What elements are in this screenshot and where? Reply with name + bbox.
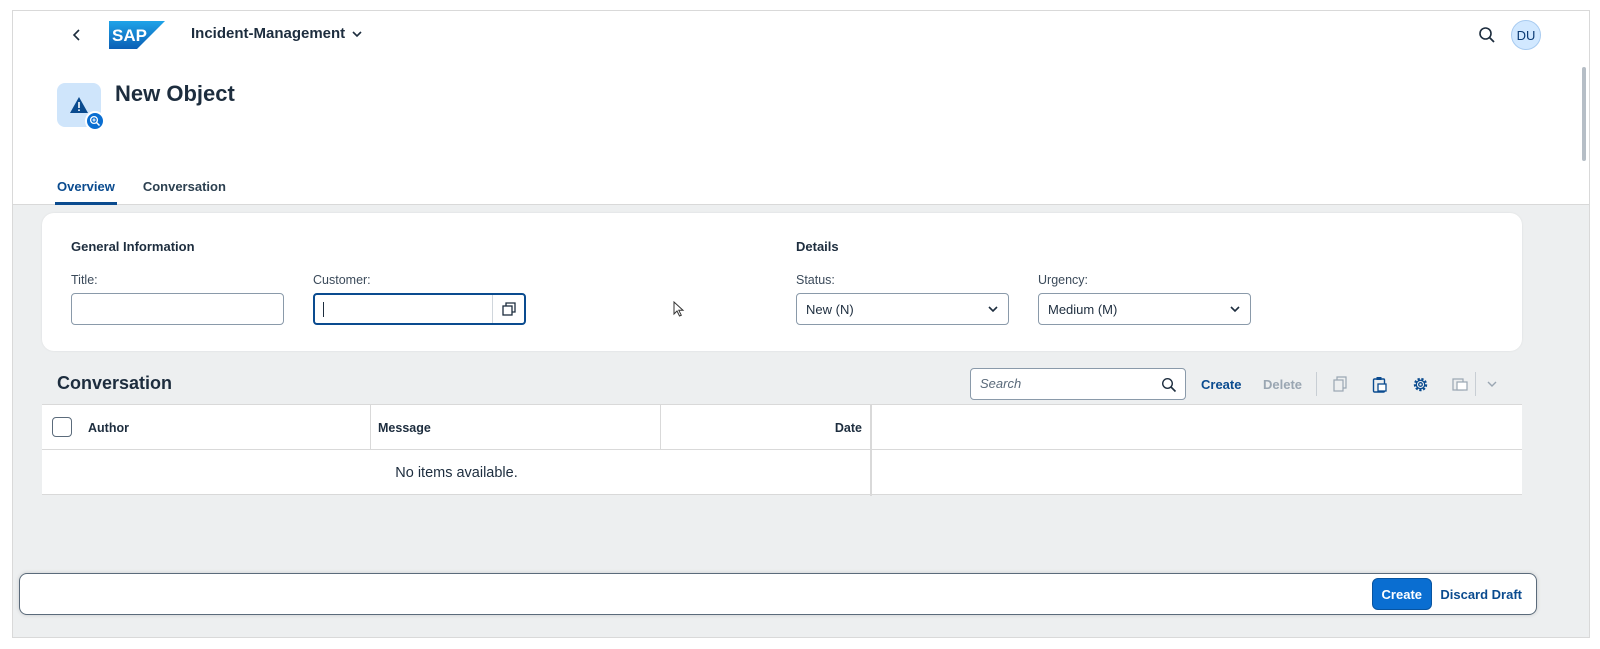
column-date[interactable]: Date	[661, 405, 862, 450]
status-value: New (N)	[806, 302, 854, 317]
no-items-text: No items available.	[395, 464, 518, 481]
search-input[interactable]	[980, 376, 1150, 391]
urgency-select[interactable]: Medium (M)	[1038, 293, 1251, 325]
copy-button[interactable]	[1331, 375, 1349, 393]
create-row-button[interactable]: Create	[1201, 377, 1241, 392]
title-label: Title:	[71, 273, 98, 287]
settings-icon	[1413, 377, 1427, 391]
details-title: Details	[796, 239, 839, 254]
column-separator	[370, 405, 371, 450]
select-all-checkbox[interactable]	[52, 417, 72, 437]
object-header: New Object Overview Conversation	[13, 59, 1589, 205]
toolbar-separator	[1316, 372, 1317, 396]
search-icon[interactable]	[1161, 377, 1177, 393]
value-help-button[interactable]	[492, 295, 524, 323]
chevron-down-icon	[1487, 381, 1497, 387]
delete-row-button[interactable]: Delete	[1263, 377, 1302, 392]
chevron-down-icon	[352, 30, 362, 37]
status-label: Status:	[796, 273, 835, 287]
conversation-table: Author Message Date No items available.	[42, 404, 1522, 496]
column-message[interactable]: Message	[378, 405, 431, 450]
shell-bar: SAP Incident-Management DU	[13, 11, 1589, 59]
object-icon	[57, 83, 105, 131]
chevron-down-icon	[988, 306, 998, 313]
warning-icon	[70, 97, 88, 113]
scrollbar-thumb[interactable]	[1582, 67, 1586, 161]
search-icon[interactable]	[1477, 25, 1497, 45]
tab-overview[interactable]: Overview	[55, 175, 117, 205]
paste-icon	[1372, 376, 1387, 393]
discard-draft-button[interactable]: Discard Draft	[1440, 578, 1522, 610]
tab-bar: Overview Conversation	[55, 175, 226, 205]
conversation-title: Conversation	[57, 373, 173, 393]
create-button[interactable]: Create	[1371, 578, 1432, 610]
avatar[interactable]: DU	[1511, 20, 1541, 50]
form-card: General Information Details Title: Custo…	[42, 213, 1522, 351]
app-window: SAP Incident-Management DU New Object Ov…	[12, 10, 1590, 638]
tab-conversation[interactable]: Conversation	[143, 175, 226, 205]
export-icon	[1452, 378, 1468, 391]
title-field[interactable]	[71, 293, 284, 325]
vertical-scrollbar[interactable]	[1581, 67, 1587, 627]
status-select[interactable]: New (N)	[796, 293, 1009, 325]
urgency-label: Urgency:	[1038, 273, 1089, 287]
settings-button[interactable]	[1411, 375, 1429, 393]
text-caret	[323, 302, 324, 317]
urgency-value: Medium (M)	[1048, 302, 1118, 317]
table-column-end	[870, 405, 872, 496]
paste-button[interactable]	[1371, 375, 1389, 393]
export-menu-button[interactable]	[1483, 375, 1501, 393]
copy-icon	[1333, 376, 1347, 392]
back-icon	[72, 29, 80, 41]
zoom-badge-icon	[85, 111, 105, 131]
svg-text:SAP: SAP	[112, 26, 147, 45]
table-header: Author Message Date	[42, 405, 1522, 450]
column-author[interactable]: Author	[88, 405, 129, 450]
customer-label: Customer:	[313, 273, 371, 287]
toolbar-separator	[1475, 372, 1476, 396]
value-help-icon	[501, 302, 516, 316]
export-button[interactable]	[1451, 375, 1469, 393]
back-button[interactable]	[65, 23, 89, 47]
chevron-down-icon	[1230, 306, 1240, 313]
sap-logo[interactable]: SAP	[109, 21, 165, 49]
footer-bar: Create Discard Draft	[19, 573, 1537, 615]
page-title: New Object	[115, 81, 235, 106]
app-title: Incident-Management	[191, 25, 346, 42]
customer-field[interactable]	[313, 293, 526, 325]
search-field[interactable]	[970, 368, 1186, 400]
mouse-cursor-icon	[673, 301, 685, 317]
general-info-title: General Information	[71, 239, 195, 254]
app-title-menu[interactable]: Incident-Management	[191, 25, 363, 42]
